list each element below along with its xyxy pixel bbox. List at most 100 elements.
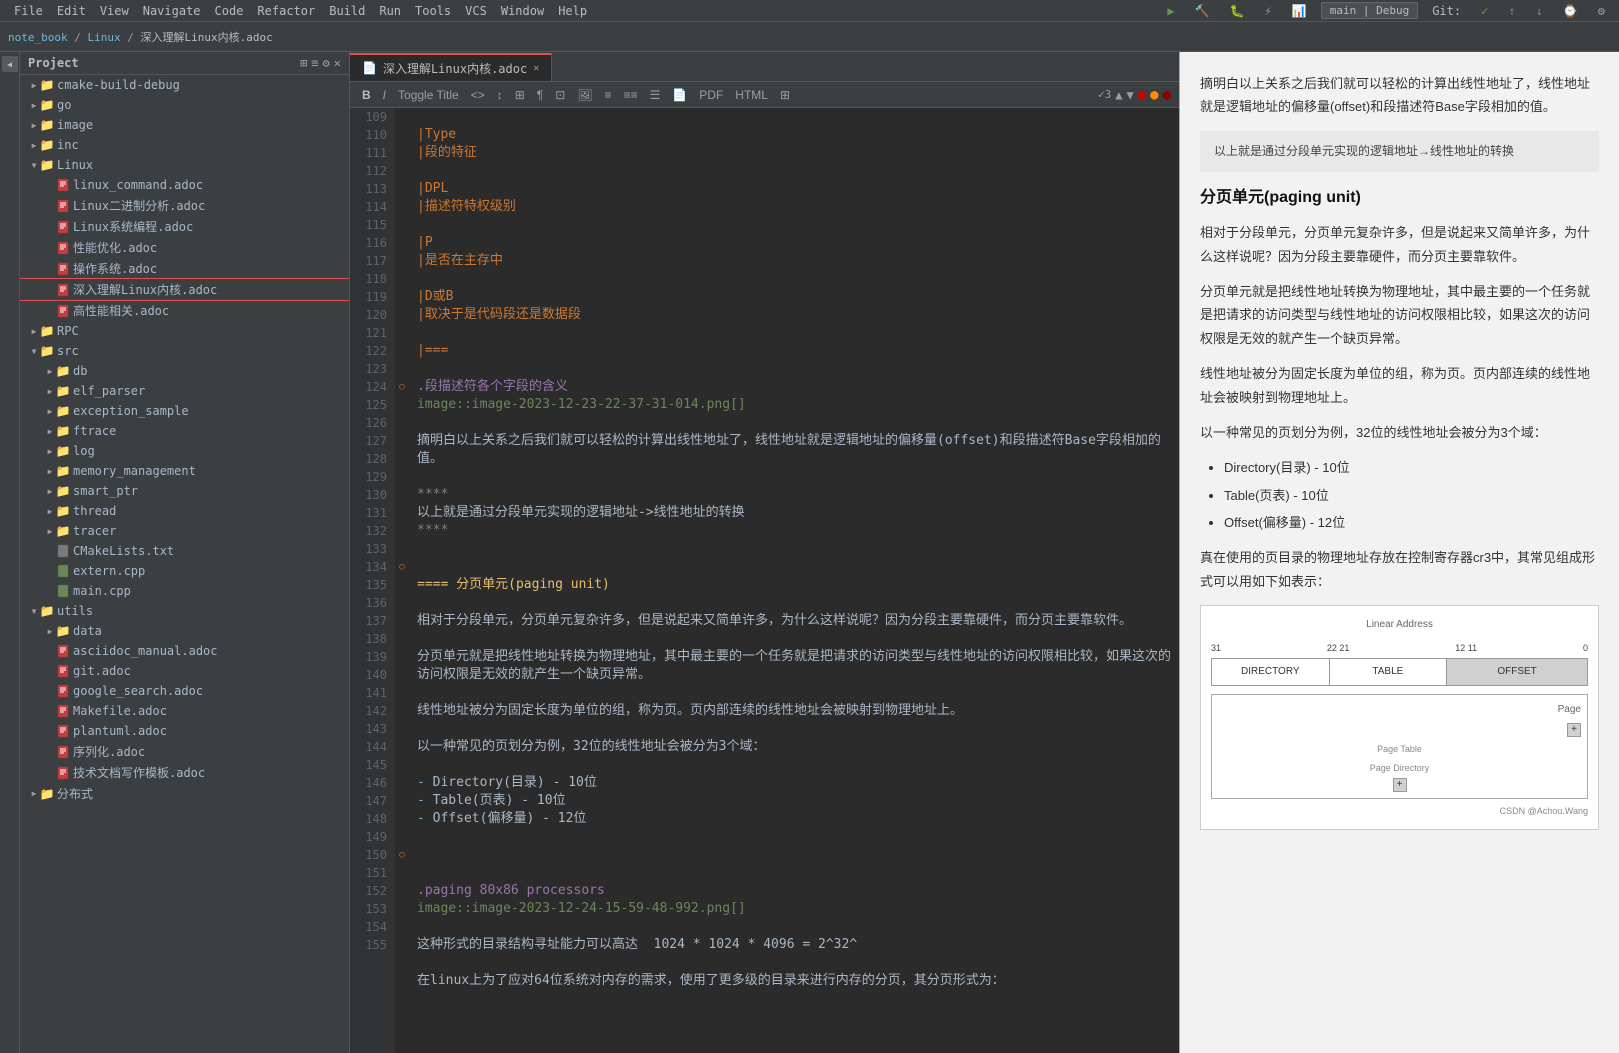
- tree-item-exception_sample[interactable]: ▶📁exception_sample: [20, 401, 349, 421]
- menu-window[interactable]: Window: [495, 2, 550, 20]
- tree-item-log[interactable]: ▶📁log: [20, 441, 349, 461]
- tree-item-main.cpp[interactable]: main.cpp: [20, 581, 349, 601]
- toolbar-table-btn[interactable]: ⊞: [511, 86, 529, 104]
- toolbar-grid-btn[interactable]: ⊞: [776, 86, 794, 104]
- circle-red-icon[interactable]: ●: [1138, 87, 1146, 103]
- tree-item-plantuml.adoc[interactable]: plantuml.adoc: [20, 721, 349, 741]
- tree-item-linux二进制分析.adoc[interactable]: Linux二进制分析.adoc: [20, 195, 349, 216]
- debug-icon[interactable]: 🐛: [1224, 2, 1251, 20]
- tree-item-深入理解linux内核.adoc[interactable]: 深入理解Linux内核.adoc: [20, 279, 349, 300]
- git-check-icon[interactable]: ✓: [1475, 2, 1494, 20]
- tree-item-技术文档写作模板.adoc[interactable]: 技术文档写作模板.adoc: [20, 762, 349, 783]
- tree-item-thread[interactable]: ▶📁thread: [20, 501, 349, 521]
- next-result-btn[interactable]: ▼: [1126, 88, 1133, 102]
- menu-vcs[interactable]: VCS: [459, 2, 493, 20]
- toolbar-list2-btn[interactable]: ≡≡: [620, 86, 642, 104]
- tree-item-extern.cpp[interactable]: extern.cpp: [20, 561, 349, 581]
- circle-darkred-icon[interactable]: ●: [1163, 87, 1171, 103]
- tree-item-asciidoc_manual.adoc[interactable]: asciidoc_manual.adoc: [20, 641, 349, 661]
- breadcrumb-linux[interactable]: Linux: [87, 31, 120, 44]
- tree-item-cmakelists.txt[interactable]: CMakeLists.txt: [20, 541, 349, 561]
- menu-tools[interactable]: Tools: [409, 2, 457, 20]
- profile-icon[interactable]: ⚡: [1259, 2, 1278, 20]
- toolbar-italic-btn[interactable]: I: [379, 86, 390, 104]
- git-settings-icon[interactable]: ⚙: [1592, 2, 1611, 20]
- file-icon: [56, 284, 70, 296]
- left-panel-toggle[interactable]: ◀: [2, 56, 18, 72]
- tree-item-分布式[interactable]: ▶📁分布式: [20, 783, 349, 804]
- tree-item-inc[interactable]: ▶📁inc: [20, 135, 349, 155]
- fold-marker: [395, 738, 409, 756]
- tree-item-utils[interactable]: ▼📁utils: [20, 601, 349, 621]
- toolbar-toggle-title-btn[interactable]: Toggle Title: [394, 86, 463, 104]
- tree-item-序列化.adoc[interactable]: 序列化.adoc: [20, 741, 349, 762]
- tree-item-src[interactable]: ▼📁src: [20, 341, 349, 361]
- breadcrumb-root[interactable]: note_book: [8, 31, 68, 44]
- tree-item-高性能相关.adoc[interactable]: 高性能相关.adoc: [20, 300, 349, 321]
- menu-refactor[interactable]: Refactor: [251, 2, 321, 20]
- run-icon[interactable]: ▶: [1161, 2, 1180, 20]
- tree-item-label: thread: [73, 504, 116, 518]
- tree-item-性能优化.adoc[interactable]: 性能优化.adoc: [20, 237, 349, 258]
- menu-build[interactable]: Build: [323, 2, 371, 20]
- tree-item-data[interactable]: ▶📁data: [20, 621, 349, 641]
- toolbar-list-btn[interactable]: ≡: [601, 86, 616, 104]
- tree-item-rpc[interactable]: ▶📁RPC: [20, 321, 349, 341]
- tree-item-label: Makefile.adoc: [73, 704, 167, 718]
- git-push-icon[interactable]: ↑: [1502, 2, 1521, 20]
- tree-item-ftrace[interactable]: ▶📁ftrace: [20, 421, 349, 441]
- menu-help[interactable]: Help: [552, 2, 593, 20]
- toolbar-pdf-btn[interactable]: PDF: [695, 86, 727, 104]
- tree-item-tracer[interactable]: ▶📁tracer: [20, 521, 349, 541]
- toolbar-html-btn[interactable]: HTML: [731, 86, 772, 104]
- menu-edit[interactable]: Edit: [51, 2, 92, 20]
- sidebar-collapse-icon[interactable]: ≡: [311, 56, 318, 70]
- prev-result-btn[interactable]: ▲: [1115, 88, 1122, 102]
- toolbar-doc-btn[interactable]: 📄: [668, 86, 691, 104]
- menu-code[interactable]: Code: [209, 2, 250, 20]
- code-editor[interactable]: |Type|段的特征|DPL|描述符特权级别|P|是否在主存中|D或B|取决于是…: [409, 108, 1179, 1053]
- breadcrumb-file[interactable]: 深入理解Linux内核.adoc: [140, 31, 272, 44]
- tree-item-label: 高性能相关.adoc: [73, 302, 169, 319]
- tree-item-image[interactable]: ▶📁image: [20, 115, 349, 135]
- git-history-icon[interactable]: ⌚: [1557, 2, 1584, 20]
- tree-item-elf_parser[interactable]: ▶📁elf_parser: [20, 381, 349, 401]
- toolbar-image-btn[interactable]: 🖼: [573, 86, 596, 104]
- tab-main-file[interactable]: 📄 深入理解Linux内核.adoc ✕: [350, 53, 552, 81]
- circle-orange-icon[interactable]: ●: [1150, 87, 1158, 103]
- build-icon[interactable]: 🔨: [1189, 2, 1216, 20]
- branch-display[interactable]: main | Debug: [1321, 2, 1418, 19]
- sidebar-settings-icon[interactable]: ⚙: [323, 56, 330, 70]
- tree-item-cmake-build-debug[interactable]: ▶📁cmake-build-debug: [20, 75, 349, 95]
- tree-item-memory_management[interactable]: ▶📁memory_management: [20, 461, 349, 481]
- toolbar-block-btn[interactable]: ⊡: [551, 86, 569, 104]
- tree-item-go[interactable]: ▶📁go: [20, 95, 349, 115]
- sidebar-close-icon[interactable]: ✕: [334, 56, 341, 70]
- tree-item-linux系统编程.adoc[interactable]: Linux系统编程.adoc: [20, 216, 349, 237]
- menu-view[interactable]: View: [94, 2, 135, 20]
- folder-arrow: ▼: [28, 345, 40, 357]
- git-pull-icon[interactable]: ↓: [1530, 2, 1549, 20]
- tree-item-linux[interactable]: ▼📁Linux: [20, 155, 349, 175]
- tree-item-db[interactable]: ▶📁db: [20, 361, 349, 381]
- menu-navigate[interactable]: Navigate: [137, 2, 207, 20]
- code-line: - Directory(目录) - 10位: [417, 774, 1171, 792]
- toolbar-indent-btn[interactable]: ↕: [493, 86, 507, 104]
- menu-file[interactable]: File: [8, 2, 49, 20]
- tree-item-google_search.adoc[interactable]: google_search.adoc: [20, 681, 349, 701]
- tab-close-btn[interactable]: ✕: [533, 63, 539, 74]
- toolbar-para-btn[interactable]: ¶: [533, 86, 547, 104]
- tree-item-makefile.adoc[interactable]: Makefile.adoc: [20, 701, 349, 721]
- toolbar-menu-btn[interactable]: ☰: [646, 86, 665, 104]
- toolbar-bold-btn[interactable]: B: [358, 86, 375, 104]
- tree-item-git.adoc[interactable]: git.adoc: [20, 661, 349, 681]
- tree-item-smart_ptr[interactable]: ▶📁smart_ptr: [20, 481, 349, 501]
- sidebar-layout-icon[interactable]: ⊞: [300, 56, 307, 70]
- tree-item-操作系统.adoc[interactable]: 操作系统.adoc: [20, 258, 349, 279]
- line-number: 152: [350, 882, 387, 900]
- tree-item-linux_command.adoc[interactable]: linux_command.adoc: [20, 175, 349, 195]
- tree-item-label: ftrace: [73, 424, 116, 438]
- coverage-icon[interactable]: 📊: [1286, 2, 1313, 20]
- toolbar-code-btn[interactable]: <>: [467, 86, 489, 104]
- menu-run[interactable]: Run: [373, 2, 407, 20]
